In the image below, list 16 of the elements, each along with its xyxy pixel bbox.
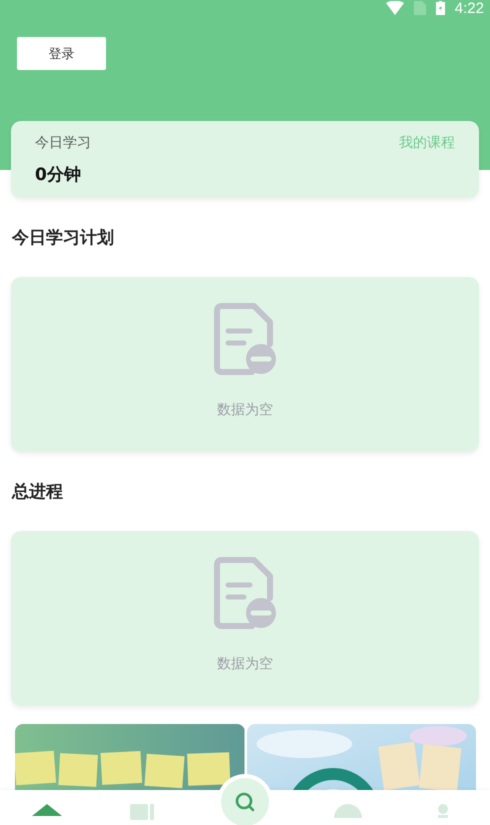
person-icon — [436, 804, 450, 818]
empty-text: 数据为空 — [217, 655, 273, 673]
study-time: 0分钟 — [35, 164, 81, 186]
card-title: 今日学习 — [35, 134, 91, 152]
section-title: 今日学习计划 — [12, 227, 114, 249]
empty-document-icon — [214, 556, 276, 629]
book-icon — [130, 804, 154, 820]
login-button[interactable]: 登录 — [17, 37, 106, 70]
wifi-icon — [386, 1, 404, 15]
status-time: 4:22 — [454, 0, 484, 16]
empty-text: 数据为空 — [217, 401, 273, 419]
search-icon — [234, 791, 256, 813]
section-title: 总进程 — [12, 481, 63, 503]
chat-icon — [334, 804, 362, 818]
empty-document-icon — [214, 302, 276, 375]
no-sim-icon — [414, 1, 426, 15]
